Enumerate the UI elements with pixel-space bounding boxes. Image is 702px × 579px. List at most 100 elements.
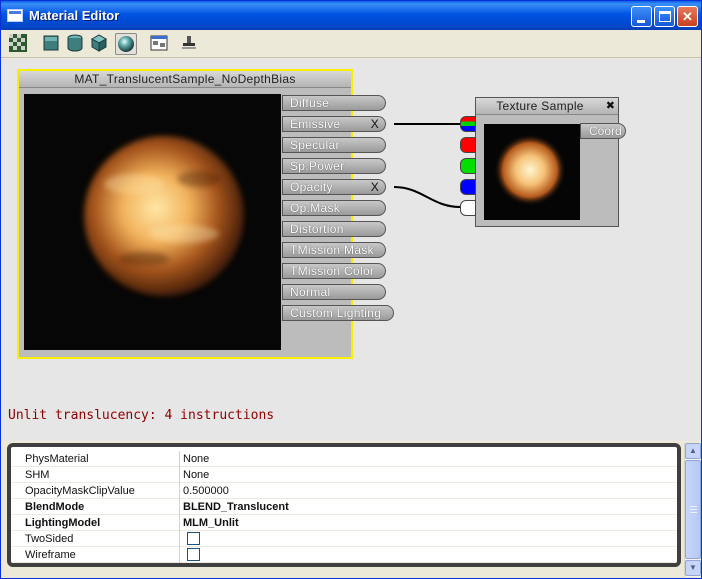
pin-label: TMission Mask: [282, 242, 386, 258]
texture-node-title: Texture Sample: [476, 98, 618, 115]
wireframe-checkbox[interactable]: [187, 548, 200, 561]
toolbar: [1, 30, 701, 58]
column-divider[interactable]: [179, 499, 180, 515]
input-pin-specular[interactable]: Specular: [282, 137, 388, 153]
node-graph-canvas[interactable]: MAT_TranslucentSample_NoDepthBias Diffus…: [2, 59, 701, 441]
pin-label: Diffuse: [282, 95, 386, 111]
input-pin-tmission-color[interactable]: TMission Color: [282, 263, 388, 279]
column-divider[interactable]: [179, 483, 180, 499]
property-name: OpacityMaskClipValue: [25, 485, 135, 497]
material-preview[interactable]: [24, 94, 281, 350]
grip-line: [690, 506, 697, 507]
property-value[interactable]: BLEND_Translucent: [183, 501, 289, 513]
property-value[interactable]: None: [183, 453, 209, 465]
column-divider[interactable]: [179, 467, 180, 483]
property-name: PhysMaterial: [25, 453, 89, 465]
scroll-thumb[interactable]: [685, 460, 701, 559]
preview-cylinder-button[interactable]: [65, 33, 87, 55]
pin-label: Custom Lighting: [282, 305, 394, 321]
texture-preview: [484, 124, 580, 220]
property-name: TwoSided: [25, 533, 74, 545]
input-pin-op-mask[interactable]: Op.Mask: [282, 200, 388, 216]
output-port-green[interactable]: [460, 158, 476, 174]
column-divider[interactable]: [179, 547, 180, 563]
expression-window-button[interactable]: [149, 33, 171, 55]
property-row-physmaterial[interactable]: PhysMaterial None: [11, 451, 677, 467]
title-bar[interactable]: Material Editor ✕: [1, 1, 701, 30]
material-node-title: MAT_TranslucentSample_NoDepthBias: [19, 71, 351, 88]
pin-label: Normal: [282, 284, 386, 300]
property-row-wireframe[interactable]: Wireframe: [11, 547, 677, 563]
maximize-button[interactable]: [654, 6, 675, 27]
arrow-up-icon: ▲: [689, 446, 697, 455]
property-name: Wireframe: [25, 549, 76, 561]
checker-background-icon: [9, 34, 27, 52]
material-editor-window: Material Editor ✕ MAT_TranslucentSample_…: [0, 0, 702, 579]
input-pin-coord[interactable]: Coord: [580, 123, 626, 139]
home-position-button[interactable]: [179, 33, 201, 55]
property-value[interactable]: None: [183, 469, 209, 481]
input-pin-custom-lighting[interactable]: Custom Lighting: [282, 305, 396, 321]
column-divider[interactable]: [179, 515, 180, 531]
output-port-rgb[interactable]: [460, 116, 476, 132]
output-port-alpha[interactable]: [460, 200, 476, 216]
input-pin-distortion[interactable]: Distortion: [282, 221, 388, 237]
column-divider[interactable]: [179, 531, 180, 547]
property-value[interactable]: MLM_Unlit: [183, 517, 239, 529]
column-divider[interactable]: [179, 451, 180, 467]
pin-label: Emissive X: [282, 116, 386, 132]
scroll-down-button[interactable]: ▼: [685, 560, 701, 576]
checker-background-button[interactable]: [8, 33, 30, 55]
properties-panel: PhysMaterial None SHM None OpacityMaskCl…: [7, 443, 681, 567]
grip-line: [690, 509, 697, 510]
minimize-button[interactable]: [631, 6, 652, 27]
pin-label: TMission Color: [282, 263, 386, 279]
property-row-shm[interactable]: SHM None: [11, 467, 677, 483]
texture-node-close-icon[interactable]: ✖: [606, 99, 615, 112]
property-name: BlendMode: [25, 501, 85, 513]
preview-cube-icon: [90, 34, 108, 52]
pin-label: Op.Mask: [282, 200, 386, 216]
input-pin-opacity[interactable]: Opacity X: [282, 179, 388, 195]
close-icon: ✕: [682, 9, 693, 24]
output-port-red[interactable]: [460, 137, 476, 153]
input-pin-sp-power[interactable]: Sp.Power: [282, 158, 388, 174]
remove-link-icon[interactable]: X: [371, 180, 379, 194]
close-button[interactable]: ✕: [677, 6, 698, 27]
texture-sample-node[interactable]: Texture Sample ✖: [475, 97, 619, 227]
input-pin-diffuse[interactable]: Diffuse: [282, 95, 388, 111]
output-port-blue[interactable]: [460, 179, 476, 195]
preview-plane-button[interactable]: [41, 33, 63, 55]
property-row-two-sided[interactable]: TwoSided: [11, 531, 677, 547]
property-row-blend-mode[interactable]: BlendMode BLEND_Translucent: [11, 499, 677, 515]
arrow-down-icon: ▼: [689, 563, 697, 572]
remove-link-icon[interactable]: X: [371, 117, 379, 131]
scroll-up-button[interactable]: ▲: [685, 443, 701, 459]
preview-cylinder-icon: [67, 34, 83, 52]
texture-preview-render: [494, 134, 566, 206]
property-name: SHM: [25, 469, 50, 481]
pin-label: Opacity X: [282, 179, 386, 195]
input-pin-normal[interactable]: Normal: [282, 284, 388, 300]
pin-label: Specular: [282, 137, 386, 153]
preview-sphere-render: [84, 136, 244, 296]
window-title: Material Editor: [29, 8, 120, 23]
property-value[interactable]: 0.500000: [183, 485, 229, 497]
maximize-icon: [659, 11, 671, 22]
properties-scrollbar[interactable]: ▲ ▼: [684, 443, 701, 577]
pin-label: Distortion: [282, 221, 386, 237]
grip-line: [690, 512, 697, 513]
opacity-wire: [393, 186, 461, 208]
compile-status: Unlit translucency: 4 instructions: [8, 408, 275, 423]
preview-sphere-button[interactable]: [115, 33, 137, 55]
property-row-lighting-model[interactable]: LightingModel MLM_Unlit: [11, 515, 677, 531]
preview-cube-button[interactable]: [89, 33, 111, 55]
input-pin-emissive[interactable]: Emissive X: [282, 116, 388, 132]
minimize-icon: [637, 20, 645, 23]
two-sided-checkbox[interactable]: [187, 532, 200, 545]
input-pin-tmission-mask[interactable]: TMission Mask: [282, 242, 388, 258]
window-icon: [7, 9, 23, 22]
preview-plane-icon: [43, 35, 59, 51]
home-position-icon: [182, 36, 196, 49]
property-row-opacity-mask-clip[interactable]: OpacityMaskClipValue 0.500000: [11, 483, 677, 499]
